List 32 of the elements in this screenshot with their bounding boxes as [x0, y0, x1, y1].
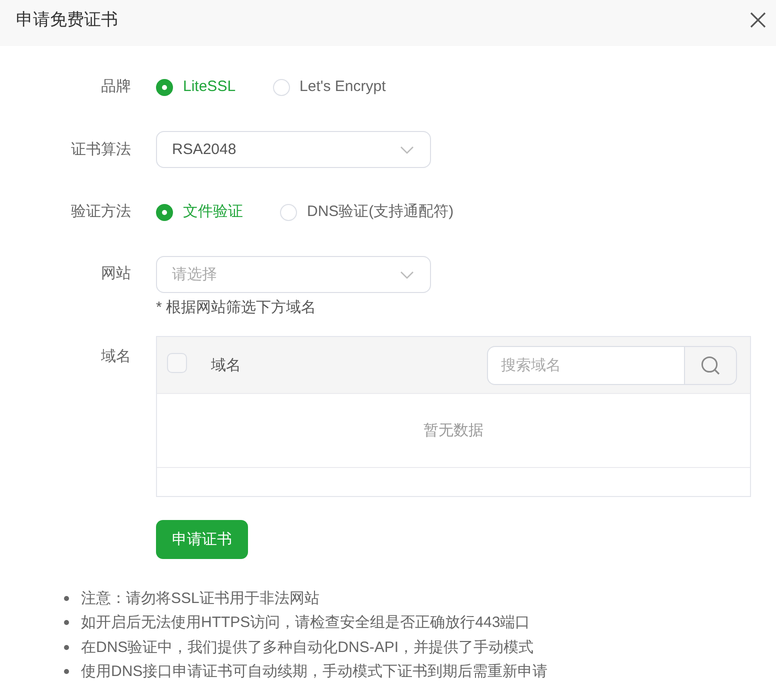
select-field[interactable]: RSA2048 [156, 131, 431, 168]
bullet-icon [64, 596, 69, 601]
column-header: 域名 [211, 356, 242, 374]
radio-option[interactable]: DNS验证(支持通配符) [280, 202, 454, 222]
hint-text: * 根据网站筛选下方域名 [156, 298, 318, 318]
note-text: 在DNS验证中，我们提供了多种自动化DNS-API，并提供了手动模式 [81, 638, 534, 657]
bullet-icon [64, 669, 69, 674]
radio-option[interactable]: LiteSSL [156, 77, 236, 97]
note-text: 使用DNS接口申请证书可自动续期，手动模式下证书到期后需重新申请 [81, 662, 548, 682]
search-icon [701, 356, 720, 374]
empty-state-text: 暂无数据 [424, 421, 484, 440]
bullet-icon [64, 644, 69, 650]
dialog-title: 申请免费证书 [16, 9, 118, 31]
field-label: 品牌 [100, 77, 131, 97]
note-text: 如开启后无法使用HTTPS访问，请检查安全组是否正确放行443端口 [81, 613, 530, 632]
chevron-down-icon [400, 270, 414, 278]
close-icon [750, 12, 766, 28]
checkbox[interactable] [167, 352, 187, 372]
field-label: 验证方法 [70, 202, 131, 222]
note-text: 注意：请勿将SSL证书用于非法网站 [81, 588, 320, 608]
bullet-icon [64, 620, 69, 626]
radio-option[interactable]: 文件验证 [156, 202, 243, 222]
search-field[interactable]: 搜索域名 [487, 346, 684, 384]
apply-certificate-button[interactable]: 申请证书 [156, 520, 248, 559]
search-button[interactable] [684, 346, 737, 384]
field-label: 证书算法 [70, 140, 131, 160]
radio-option[interactable]: Let's Encrypt [272, 77, 386, 97]
close-button[interactable] [750, 12, 766, 28]
chevron-down-icon [400, 146, 414, 154]
field-label: 域名 [100, 347, 131, 367]
select-field[interactable]: 请选择 [156, 256, 431, 293]
field-label: 网站 [100, 264, 131, 284]
